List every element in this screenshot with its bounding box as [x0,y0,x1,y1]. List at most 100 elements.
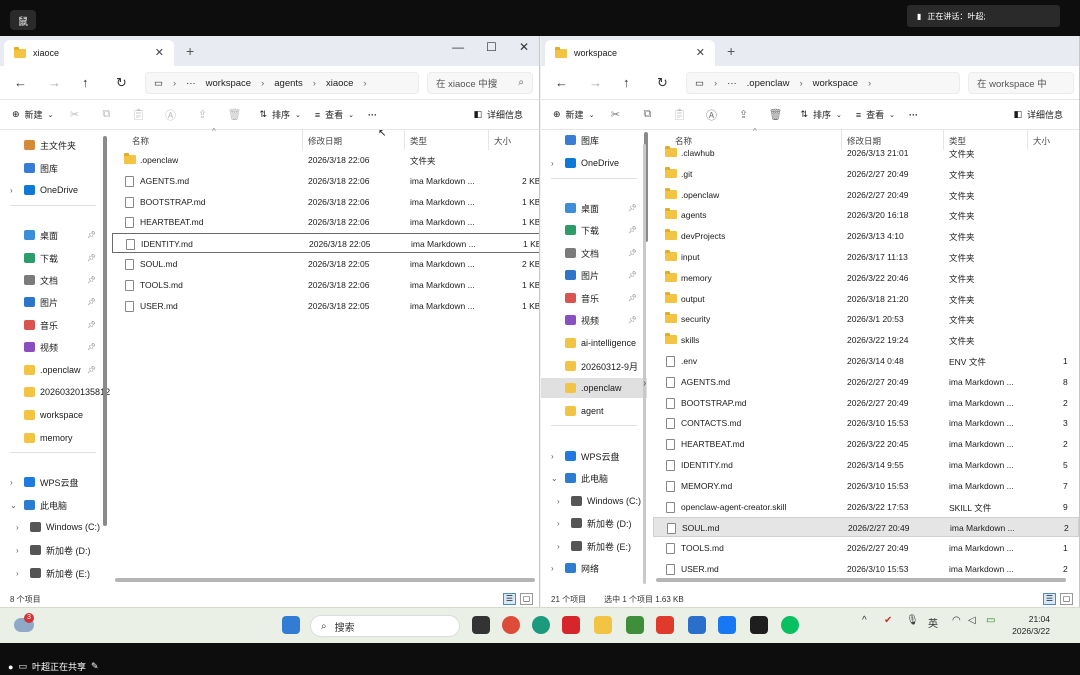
file-row[interactable]: CONTACTS.md 2026/3/10 15:53 ima Markdown .… [653,413,1079,433]
chevron-right-icon[interactable]: › [10,478,13,487]
chevron-right-icon[interactable]: › [557,542,560,551]
sidebar-item[interactable]: 图库 [0,158,106,178]
file-row[interactable]: .env 2026/3/14 0:48 ENV 文件 1 [653,351,1079,371]
pin-icon[interactable]: 📌︎ [628,204,637,212]
file-row[interactable]: openclaw-agent-creator.skill 2026/3/22 17… [653,497,1079,517]
file-row[interactable]: HEARTBEAT.md 2026/3/22 20:45 ima Markdown … [653,434,1079,454]
pin-icon[interactable]: 📌︎ [628,226,637,234]
col-date[interactable]: 修改日期 [308,135,342,147]
paste-icon[interactable]: 📋︎ [672,108,686,121]
breadcrumb-xiaoce[interactable]: xiaoce [326,78,353,89]
minimize-button[interactable]: — [452,40,464,54]
sidebar-item[interactable]: › WPS云盘 [541,446,647,466]
sidebar-item[interactable]: memory [0,428,106,448]
sidebar-item[interactable]: › Windows (C:) [541,491,647,511]
col-type[interactable]: 类型 [410,135,427,147]
new-tab-button[interactable]: + [727,43,735,59]
sidebar-item[interactable]: 20260320135812 [0,382,110,402]
pin-icon[interactable]: 📌︎ [87,321,96,329]
ime-indicator[interactable]: 英 [928,615,938,630]
chrome-icon[interactable] [502,616,520,634]
pin-icon[interactable]: 📌︎ [628,316,637,324]
forward-button[interactable]: → [589,75,623,90]
breadcrumb-workspace[interactable]: workspace [813,78,858,89]
pin-icon[interactable]: 📌︎ [87,366,96,374]
pin-icon[interactable]: 📌︎ [87,298,96,306]
file-row[interactable]: BOOTSTRAP.md 2026/2/27 20:49 ima Markdown … [653,393,1079,413]
close-window-button[interactable]: ✕ [519,40,529,54]
start-button-icon[interactable] [282,616,300,634]
file-row[interactable]: USER.md 2026/3/18 22:05 ima Markdown ... 1 … [112,296,539,316]
col-size[interactable]: 大小 [494,135,511,147]
sidebar-item[interactable]: 桌面 📌︎ [541,198,647,218]
tray-overflow-icon[interactable]: ^ [862,615,867,626]
chevron-down-icon[interactable]: ⌄ [551,474,558,483]
sidebar-item[interactable]: ⌄ 此电脑 [0,495,106,515]
file-row[interactable]: security 2026/3/1 20:53 文件夹 [653,309,1079,329]
file-row[interactable]: HEARTBEAT.md 2026/3/18 22:06 ima Markdown … [112,212,539,232]
tab-workspace[interactable]: workspace ✕ [545,40,715,66]
sidebar-item[interactable]: 文档 📌︎ [541,243,647,263]
horizontal-scrollbar[interactable] [115,578,535,582]
file-explorer-icon[interactable] [594,616,612,634]
file-row[interactable]: devProjects 2026/3/13 4:10 文件夹 [653,226,1079,246]
sidebar-item[interactable]: › 新加卷 (E:) [541,536,647,556]
delete-icon[interactable]: 🗑︎ [227,108,241,121]
view-button[interactable]: ≡ 查看 ⌄ [856,108,895,121]
up-button[interactable]: ↑ [623,75,657,90]
sidebar-item[interactable]: 视频 📌︎ [0,337,106,357]
sidebar-item[interactable]: › 网络 [541,558,647,578]
sidebar-item[interactable]: 主文件夹 [0,135,106,155]
pin-icon[interactable]: 📌︎ [628,271,637,279]
new-button[interactable]: ⊕ 新建 ⌄ [553,108,594,121]
battery-icon[interactable]: ▭ [986,615,995,626]
breadcrumb-workspace[interactable]: workspace [206,78,251,89]
chevron-down-icon[interactable]: ⌄ [10,501,17,510]
sidebar-item[interactable]: 图库 [541,130,647,150]
file-row[interactable]: .git 2026/2/27 20:49 文件夹 [653,164,1079,184]
volume-icon[interactable]: ◁ [968,615,976,626]
sidebar-item[interactable]: › 新加卷 (E:) [0,563,106,583]
terminal-icon[interactable] [750,616,768,634]
file-row[interactable]: AGENTS.md 2026/3/18 22:06 ima Markdown ...… [112,171,539,191]
wps-icon[interactable] [562,616,580,634]
details-button[interactable]: ◧ 详细信息 [473,108,523,121]
new-tab-button[interactable]: + [186,43,194,59]
pin-icon[interactable]: 📌︎ [628,249,637,257]
clock[interactable]: 21:04 2026/3/22 [1012,613,1050,637]
back-button[interactable]: ← [555,75,589,90]
delete-icon[interactable]: 🗑︎ [768,108,782,121]
details-button[interactable]: ◧ 详细信息 [1013,108,1063,121]
maximize-button[interactable]: ☐ [486,40,497,54]
file-row[interactable]: .openclaw 2026/2/27 20:49 文件夹 [653,185,1079,205]
file-row[interactable]: .openclaw 2026/3/18 22:06 文件夹 [112,150,539,170]
file-row[interactable]: .clawhub 2026/3/13 21:01 文件夹 [653,143,1079,163]
sidebar-item[interactable]: › 新加卷 (D:) [541,513,647,533]
sort-button[interactable]: ⇅ 排序 ⌄ [259,108,300,121]
sort-button[interactable]: ⇅ 排序 ⌄ [800,108,841,121]
sidebar-item[interactable]: 视频 📌︎ [541,310,647,330]
app-icon[interactable] [626,616,644,634]
horizontal-scrollbar[interactable] [656,578,1066,582]
forward-button[interactable]: → [48,75,82,90]
chevron-right-icon[interactable]: › [551,452,554,461]
chevron-right-icon[interactable]: › [16,569,19,578]
pin-icon[interactable]: 📌︎ [87,343,96,351]
chevron-right-icon[interactable]: › [551,564,554,573]
copy-icon[interactable]: ⧉ [640,108,654,121]
chevron-right-icon[interactable]: › [16,523,19,532]
app-icon[interactable] [718,616,736,634]
pin-icon[interactable]: 📌︎ [87,276,96,284]
nav-scrollbar[interactable] [103,136,107,526]
sidebar-item[interactable]: 音乐 📌︎ [541,288,647,308]
share-icon[interactable]: ⇪ [736,108,750,121]
close-tab-icon[interactable]: ✕ [696,46,705,59]
app-icon[interactable] [688,616,706,634]
chevron-right-icon[interactable]: › [551,159,554,168]
sidebar-item[interactable]: 文档 📌︎ [0,270,106,290]
pin-icon[interactable]: 📌︎ [87,254,96,262]
close-tab-icon[interactable]: ✕ [155,46,164,59]
file-row[interactable]: USER.md 2026/3/10 15:53 ima Markdown ... 2 [653,559,1079,579]
sidebar-item[interactable]: ai-intelligence [541,333,647,353]
chevron-right-icon[interactable]: › [557,519,560,528]
